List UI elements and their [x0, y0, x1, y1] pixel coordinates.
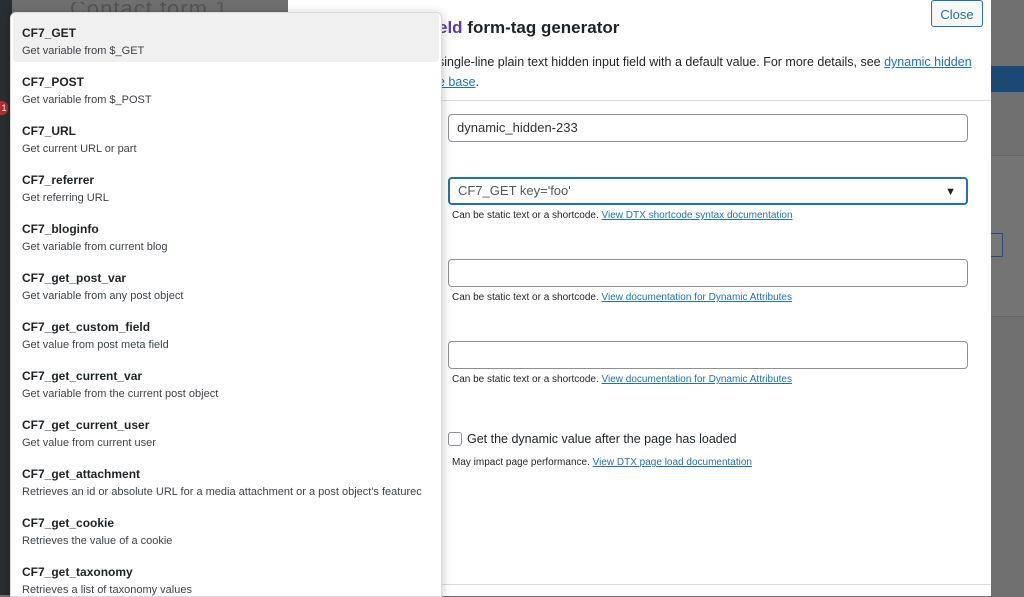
option-description: Get value from current user	[22, 437, 156, 449]
option-description: Get value from post meta field	[22, 339, 169, 351]
page-load-checkbox-label[interactable]: Get the dynamic value after the page has…	[467, 432, 737, 446]
option-name: CF7_get_taxonomy	[22, 565, 133, 579]
option-description: Retrieves a list of taxonomy values	[22, 584, 192, 596]
dynamic-attributes-docs-link-2[interactable]: View documentation for Dynamic Attribute…	[602, 374, 792, 385]
modal-title-text: form-tag generator	[462, 18, 620, 37]
dynamic-hidden-link[interactable]: dynamic hidden	[884, 55, 972, 69]
default-value-text: CF7_GET key='foo'	[458, 183, 571, 198]
name-field[interactable]: dynamic_hidden-233	[448, 114, 968, 142]
dropdown-option[interactable]: CF7_get_current_user Get value from curr…	[11, 405, 441, 454]
dtx-shortcode-docs-link[interactable]: View DTX shortcode syntax documentation	[602, 210, 793, 221]
backdrop-bar	[991, 66, 1024, 92]
option-description: Get current URL or part	[22, 143, 137, 155]
dropdown-option[interactable]: CF7_POST Get variable from $_POST	[11, 62, 441, 111]
description-end: .	[475, 75, 480, 89]
option-name: CF7_POST	[22, 75, 85, 89]
default-value-hint: Can be static text or a shortcode. View …	[452, 210, 793, 221]
hint-text: Can be static text or a shortcode.	[452, 292, 602, 303]
option-name: CF7_get_custom_field	[22, 320, 151, 334]
page-load-checkbox[interactable]	[448, 432, 462, 446]
option-name: CF7_get_post_var	[22, 271, 127, 285]
option-description: Retrieves the value of a cookie	[22, 535, 173, 547]
option-name: CF7_URL	[22, 124, 77, 138]
option-description: Get variable from current blog	[22, 241, 168, 253]
option-name: CF7_GET	[22, 26, 77, 40]
default-value-select[interactable]: CF7_GET key='foo' ▼	[448, 177, 968, 205]
option-description: Get variable from the current post objec…	[22, 388, 219, 400]
dynamic-attribute-hint-1: Can be static text or a shortcode. View …	[452, 292, 792, 303]
dynamic-attribute-hint-2: Can be static text or a shortcode. View …	[452, 374, 792, 385]
dropdown-option[interactable]: CF7_GET Get variable from $_GET	[13, 13, 439, 62]
dropdown-option[interactable]: CF7_URL Get current URL or part	[11, 111, 441, 160]
dropdown-option[interactable]: CF7_get_cookie Retrieves the value of a …	[11, 503, 441, 552]
dropdown-option[interactable]: CF7_get_current_var Get variable from th…	[11, 356, 441, 405]
dynamic-attribute-field-2[interactable]	[448, 341, 968, 369]
modal-title: eld form-tag generator	[438, 18, 619, 38]
dropdown-option[interactable]: CF7_bloginfo Get variable from current b…	[11, 209, 441, 258]
option-name: CF7_bloginfo	[22, 222, 99, 236]
dynamic-attribute-field-1[interactable]	[448, 259, 968, 287]
option-description: Get variable from any post object	[22, 290, 184, 302]
option-name: CF7_referrer	[22, 173, 95, 187]
dropdown-option[interactable]: CF7_get_post_var Get variable from any p…	[11, 258, 441, 307]
hint-text: May impact page performance.	[452, 457, 593, 468]
dropdown-option[interactable]: CF7_get_attachment Retrieves an id or ab…	[11, 454, 441, 503]
dynamic-attributes-docs-link-1[interactable]: View documentation for Dynamic Attribute…	[602, 292, 792, 303]
option-name: CF7_get_cookie	[22, 516, 115, 530]
page-load-checkbox-row[interactable]: Get the dynamic value after the page has…	[448, 430, 737, 448]
option-description: Get variable from $_GET	[22, 45, 145, 57]
admin-backdrop-right	[981, 0, 1024, 595]
close-button[interactable]: Close	[931, 0, 983, 27]
modal-description: single-line plain text hidden input fiel…	[438, 52, 973, 92]
performance-hint: May impact page performance. View DTX pa…	[452, 457, 752, 468]
option-description: Get variable from $_POST	[22, 94, 152, 106]
dropdown-option[interactable]: CF7_get_taxonomy Retrieves a list of tax…	[11, 552, 441, 596]
dropdown-option[interactable]: CF7_referrer Get referring URL	[11, 160, 441, 209]
option-description: Retrieves an id or absolute URL for a me…	[22, 486, 422, 498]
description-text: single-line plain text hidden input fiel…	[438, 55, 885, 69]
dtx-page-load-docs-link[interactable]: View DTX page load documentation	[593, 457, 752, 468]
dropdown-option[interactable]: CF7_get_custom_field Get value from post…	[11, 307, 441, 356]
option-description: Get referring URL	[22, 192, 109, 204]
option-name: CF7_get_attachment	[22, 467, 141, 481]
shortcode-dropdown[interactable]: CF7_GET Get variable from $_GET CF7_POST…	[10, 12, 442, 597]
caret-down-icon: ▼	[945, 186, 956, 198]
knowledge-base-link[interactable]: e base	[438, 75, 476, 89]
hint-text: Can be static text or a shortcode.	[452, 210, 602, 221]
hint-text: Can be static text or a shortcode.	[452, 374, 602, 385]
option-name: CF7_get_current_var	[22, 369, 143, 383]
option-name: CF7_get_current_user	[22, 418, 150, 432]
